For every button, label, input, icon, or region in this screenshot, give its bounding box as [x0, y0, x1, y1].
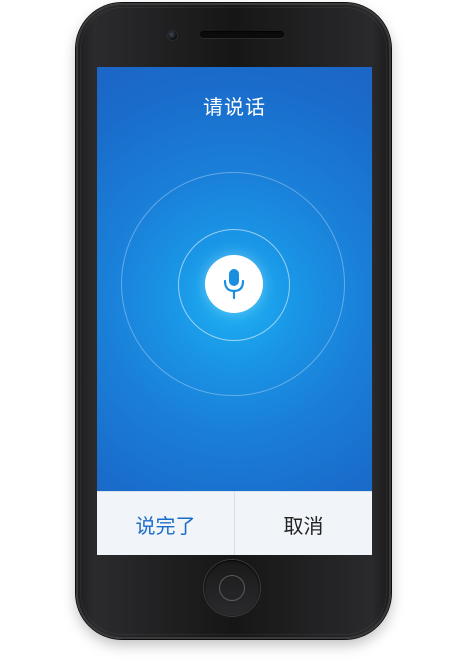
home-button-ring	[219, 575, 245, 601]
microphone-icon	[223, 269, 245, 300]
prompt-title: 请说话	[203, 95, 266, 119]
page: 请说话 说完了 取消	[0, 0, 468, 672]
voice-input-screen: 请说话 说完了 取消	[97, 67, 372, 555]
front-camera	[167, 30, 178, 41]
done-speaking-button[interactable]: 说完了	[97, 492, 234, 555]
earpiece-speaker	[200, 31, 284, 38]
home-button[interactable]	[204, 560, 260, 616]
microphone-button[interactable]	[205, 255, 263, 313]
cancel-button[interactable]: 取消	[235, 492, 372, 555]
action-bar: 说完了 取消	[97, 491, 372, 555]
